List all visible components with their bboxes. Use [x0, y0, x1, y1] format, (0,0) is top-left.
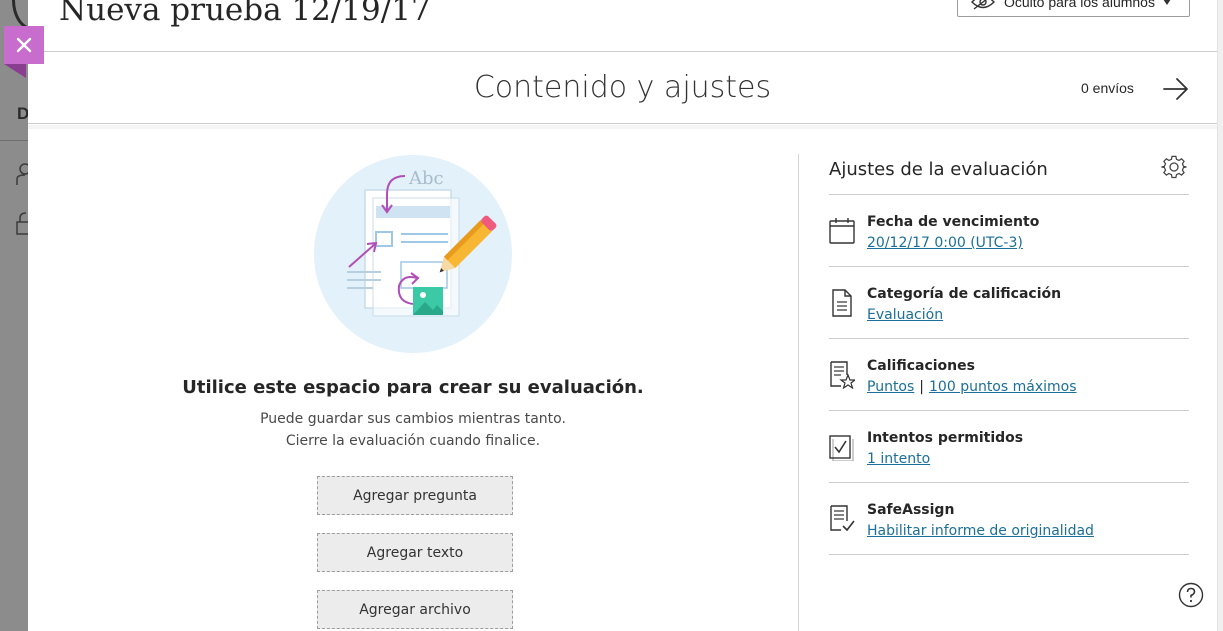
submissions-link[interactable]: 0 envíos [1081, 80, 1134, 96]
visibility-label: Oculto para los alumnos [1004, 0, 1155, 10]
add-text-button[interactable]: Agregar texto [317, 533, 513, 572]
create-hint-save: Puede guardar sus cambios mientras tanto… [260, 411, 566, 427]
help-icon[interactable] [1178, 582, 1204, 608]
settings-header: Ajustes de la evaluación [829, 154, 1189, 195]
background-divider [0, 140, 30, 141]
content-area: Abc Utilice este espacio para crear su e… [28, 125, 1217, 631]
setting-safeassign: SafeAssign Habilitar informe de original… [829, 483, 1189, 555]
panel-scrollbar[interactable] [1217, 0, 1223, 631]
attempts-label: Intentos permitidos [867, 430, 1024, 446]
due-date-value: 20/12/17 0:00 (UTC-3) [867, 235, 1023, 251]
grading-points-link[interactable]: Puntos [867, 379, 914, 395]
illustration-abc: Abc [408, 168, 444, 189]
add-file-button[interactable]: Agregar archivo [317, 590, 513, 629]
assessment-settings: Ajustes de la evaluación Fecha de vencim… [829, 154, 1189, 555]
document-icon [832, 289, 852, 317]
close-panel-button[interactable] [4, 26, 44, 64]
page-title: Nueva prueba 12/19/17 [59, 0, 431, 28]
grading-separator: | [919, 379, 925, 395]
grading-value: Puntos | 100 puntos máximos [867, 379, 1077, 395]
due-date-link[interactable]: 20/12/17 0:00 (UTC-3) [867, 235, 1023, 251]
setting-attempts: Intentos permitidos 1 intento [829, 411, 1189, 483]
setting-grade-category: Categoría de calificación Evaluación [829, 267, 1189, 339]
safeassign-link[interactable]: Habilitar informe de originalidad [867, 523, 1094, 539]
create-hint-close: Cierre la evaluación cuando finalice. [285, 433, 541, 449]
grading-label: Calificaciones [867, 358, 975, 374]
calendar-icon [829, 218, 855, 244]
close-icon [16, 37, 32, 53]
create-heading: Utilice este espacio para crear su evalu… [182, 377, 644, 398]
gear-icon[interactable] [1161, 154, 1187, 180]
safeassign-label: SafeAssign [867, 502, 955, 518]
visibility-dropdown[interactable]: Oculto para los alumnos [957, 0, 1190, 17]
chevron-down-icon [1163, 0, 1170, 5]
arrow-right-icon[interactable] [1162, 75, 1190, 103]
hidden-eye-icon [971, 0, 995, 10]
setting-due-date: Fecha de vencimiento 20/12/17 0:00 (UTC-… [829, 195, 1189, 267]
setting-grading: Calificaciones Puntos | 100 puntos máximos [829, 339, 1189, 411]
due-date-label: Fecha de vencimiento [867, 214, 1040, 230]
panel-header: Nueva prueba 12/19/17 Oculto para los al… [28, 0, 1217, 52]
section-title: Contenido y ajustes [473, 70, 772, 105]
grade-category-link[interactable]: Evaluación [867, 307, 943, 323]
section-header: Contenido y ajustes 0 envíos [28, 53, 1217, 124]
safeassign-value: Habilitar informe de originalidad [867, 523, 1094, 539]
checkbox-icon [829, 435, 854, 461]
create-assessment-illustration: Abc [314, 155, 512, 353]
add-question-button[interactable]: Agregar pregunta [317, 476, 513, 515]
safeassign-icon [830, 505, 855, 532]
attempts-link[interactable]: 1 intento [867, 451, 930, 467]
grade-category-value: Evaluación [867, 307, 943, 323]
settings-title: Ajustes de la evaluación [829, 159, 1048, 180]
attempts-value: 1 intento [867, 451, 930, 467]
column-divider [798, 154, 799, 631]
assessment-panel: Nueva prueba 12/19/17 Oculto para los al… [28, 0, 1223, 631]
close-tab-tail [4, 64, 26, 78]
grading-max-points-link[interactable]: 100 puntos máximos [929, 379, 1077, 395]
grade-category-label: Categoría de calificación [867, 286, 1062, 302]
grade-star-icon [830, 361, 855, 389]
